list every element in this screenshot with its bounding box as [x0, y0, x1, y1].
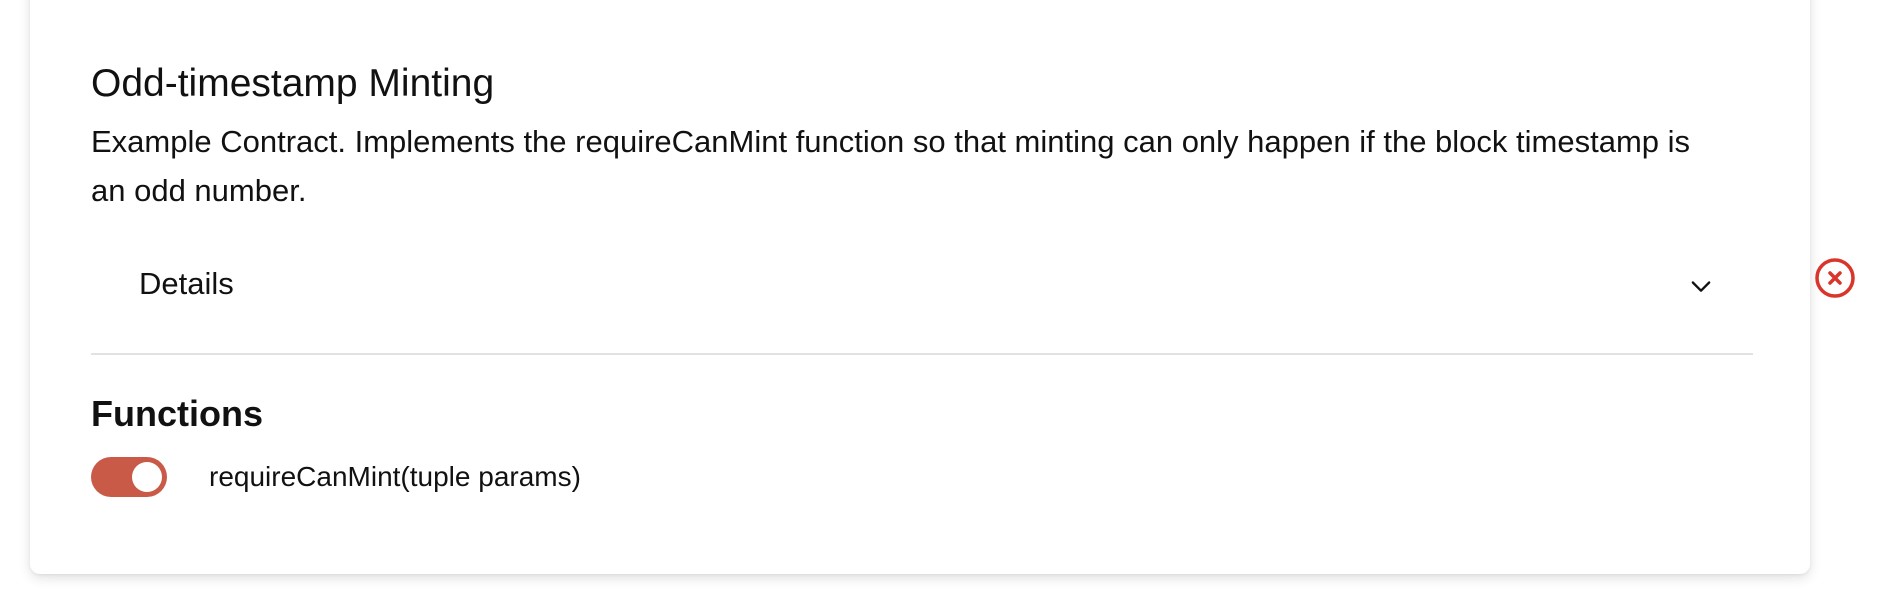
details-label: Details	[139, 266, 234, 301]
chevron-down-icon	[1691, 281, 1711, 292]
functions-heading: Functions	[91, 393, 263, 434]
function-toggle[interactable]	[91, 457, 167, 497]
contract-title: Odd-timestamp Minting	[91, 62, 495, 105]
toggle-knob	[132, 462, 162, 492]
function-label: requireCanMint(tuple params)	[209, 461, 581, 492]
close-circle-icon[interactable]	[1814, 257, 1856, 299]
function-item: requireCanMint(tuple params)	[91, 457, 581, 497]
details-accordion[interactable]: Details	[91, 250, 1751, 354]
section-divider	[91, 353, 1753, 355]
contract-description: Example Contract. Implements the require…	[91, 124, 1691, 208]
